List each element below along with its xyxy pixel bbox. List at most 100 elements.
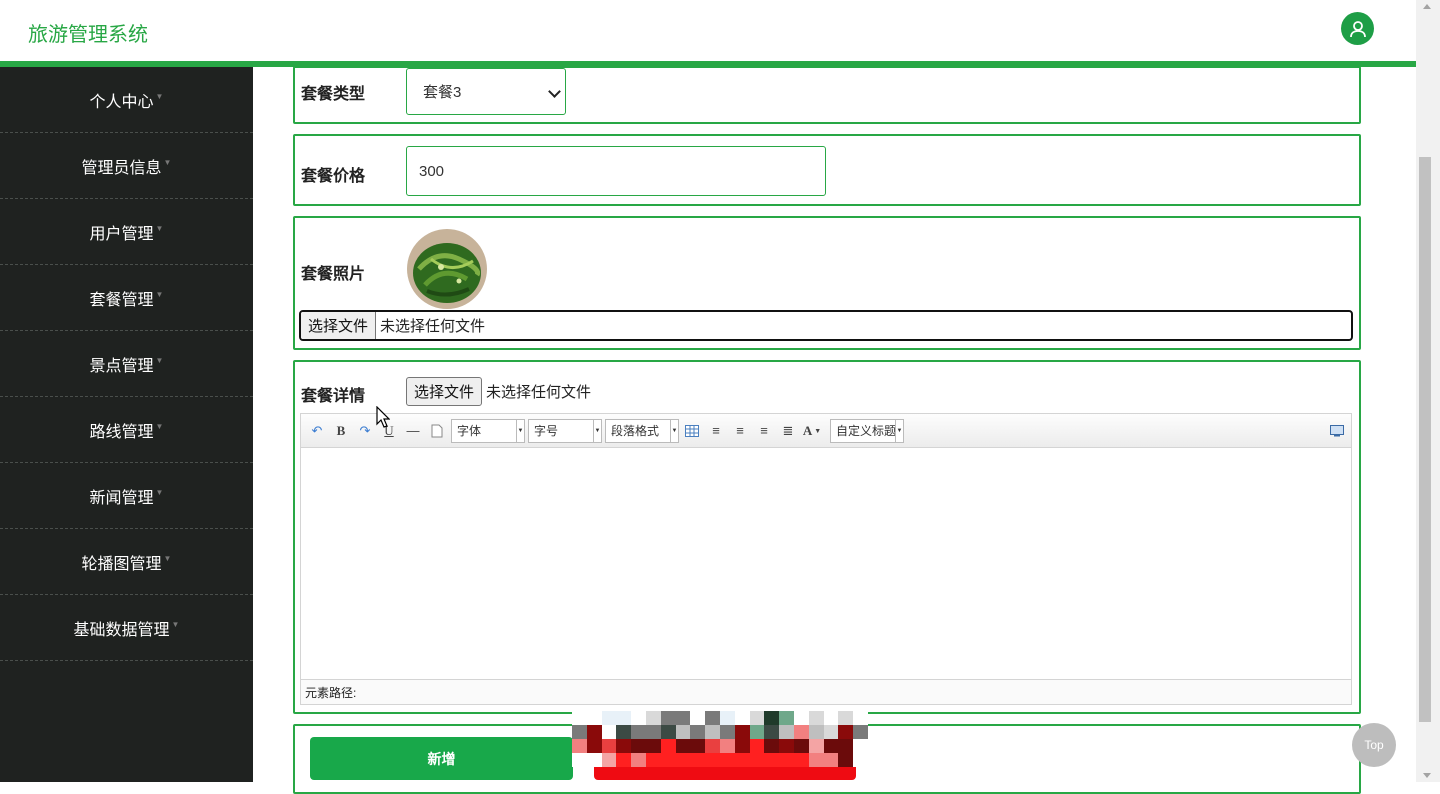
mosaic-cell [690,753,706,767]
mosaic-cell [690,725,706,739]
mosaic-cell [616,711,632,725]
mosaic-cell [572,739,587,753]
choose-file-button[interactable]: 选择文件 [406,377,483,406]
caret-down-icon: ▼ [171,620,180,629]
paragraph-format-select[interactable]: 段落格式 ▼ [605,418,679,443]
mosaic-cell [823,711,839,725]
package-type-select[interactable]: 套餐3 [406,68,566,115]
mosaic-cell [690,739,706,753]
align-left-icon[interactable]: ≡ [706,421,726,441]
mosaic-cell [572,711,587,725]
mosaic-cell [616,725,632,739]
choose-file-button[interactable]: 选择文件 [301,312,377,339]
mosaic-cell [734,711,750,725]
redo-icon[interactable]: ↷ [355,421,375,441]
mosaic-cell [705,739,720,753]
font-family-select[interactable]: 字体 ▼ [451,418,525,443]
mosaic-cell [853,725,868,739]
font-size-select[interactable]: 字号 ▼ [528,418,602,443]
caret-down-icon: ▼ [163,554,172,563]
sidebar-item-user-management[interactable]: 用户管理 ▼ [0,199,253,265]
file-status-text: 未选择任何文件 [486,384,592,401]
sidebar-item-news-management[interactable]: 新闻管理 ▼ [0,463,253,529]
mosaic-cell [838,739,854,753]
sidebar-item-personal-center[interactable]: 个人中心 ▼ [0,67,253,133]
mosaic-cell [734,725,750,739]
mosaic-cell [853,739,868,753]
chevron-down-icon [548,85,561,98]
font-color-icon[interactable]: A ▼ [802,421,822,441]
new-document-icon[interactable] [427,421,447,441]
mosaic-cell [601,725,617,739]
package-photo-file-input[interactable]: 选择文件 未选择任何文件 [299,310,1353,341]
sidebar: 个人中心 ▼ 管理员信息 ▼ 用户管理 ▼ 套餐管理 ▼ 景点管理 ▼ 路线管理 ▼ 新闻管… [0,67,253,782]
package-detail-label: 套餐详情 [301,388,366,405]
app-title: 旅游管理系统 [28,24,148,46]
sidebar-item-carousel-management[interactable]: 轮播图管理 ▼ [0,529,253,595]
align-right-icon[interactable]: ≡ [730,421,750,441]
mosaic-cell [586,739,602,753]
mosaic-cell [764,711,780,725]
sidebar-item-admin-info[interactable]: 管理员信息 ▼ [0,133,253,199]
mosaic-cell [572,753,587,767]
mosaic-cell [720,753,735,767]
mosaic-cell [601,739,617,753]
mosaic-cell [838,753,854,767]
add-button[interactable]: 新增 [310,737,573,780]
scroll-up-arrow-icon[interactable] [1423,4,1431,9]
mosaic-cell [823,725,839,739]
mosaic-cell [734,739,750,753]
scrollbar-thumb[interactable] [1419,157,1431,722]
element-path-bar: 元素路径: [301,679,1351,704]
caret-down-icon: ▼ [155,224,164,233]
mosaic-cell [838,711,854,725]
mosaic-cell [794,725,809,739]
align-justify-icon[interactable]: ≣ [778,421,798,441]
scroll-down-arrow-icon[interactable] [1423,773,1431,778]
package-detail-file-input[interactable]: 选择文件 未选择任何文件 [406,377,591,406]
sidebar-item-route-management[interactable]: 路线管理 ▼ [0,397,253,463]
mosaic-cell [675,739,691,753]
mosaic-cell [734,753,750,767]
sidebar-item-base-data-management[interactable]: 基础数据管理 ▼ [0,595,253,661]
undo-icon[interactable]: ↶ [307,421,327,441]
mosaic-cell [660,739,676,753]
package-price-row: 套餐价格 300 [293,134,1361,206]
package-type-row: 套餐类型 套餐3 [293,66,1361,124]
mosaic-cell [720,739,735,753]
user-avatar-icon[interactable] [1341,12,1374,45]
align-center-icon[interactable]: ≡ [754,421,774,441]
mosaic-cell [660,711,676,725]
mosaic-cell [779,711,794,725]
table-icon[interactable] [682,421,702,441]
mosaic-cell [749,711,765,725]
mosaic-cell [586,711,602,725]
caret-down-icon: ▼ [516,419,524,442]
fullscreen-icon[interactable] [1327,421,1347,441]
mosaic-cell [631,725,646,739]
package-type-label: 套餐类型 [301,86,366,103]
sidebar-item-scenic-management[interactable]: 景点管理 ▼ [0,331,253,397]
horizontal-rule-icon[interactable]: — [403,421,423,441]
package-photo-label: 套餐照片 [301,266,366,283]
bold-icon[interactable]: B [331,421,351,441]
mosaic-cell [616,753,632,767]
mosaic-cell [690,711,706,725]
sidebar-item-package-management[interactable]: 套餐管理 ▼ [0,265,253,331]
package-price-input[interactable]: 300 [406,146,826,196]
mosaic-cell [601,753,617,767]
package-photo-row: 套餐照片 选择文件 未选择任何文件 [293,216,1361,350]
mosaic-cell [631,753,646,767]
mosaic-cell [660,753,676,767]
mosaic-cell [705,753,720,767]
caret-down-icon: ▼ [670,419,678,442]
caret-down-icon: ▼ [593,419,601,442]
mosaic-cell [764,753,780,767]
pixelated-overlay [572,711,868,767]
editor-content-area[interactable] [301,448,1351,679]
editor-toolbar: ↶ B ↷ U — 字体 ▼ 字号 ▼ 段落格式 ▼ ≡ ≡ ≡ ≣ A ▼ 自定义标题… [301,414,1351,448]
back-to-top-button[interactable]: Top [1352,723,1396,767]
custom-heading-select[interactable]: 自定义标题 ▼ [830,418,904,443]
mosaic-cell [808,725,824,739]
mosaic-cell [660,725,676,739]
